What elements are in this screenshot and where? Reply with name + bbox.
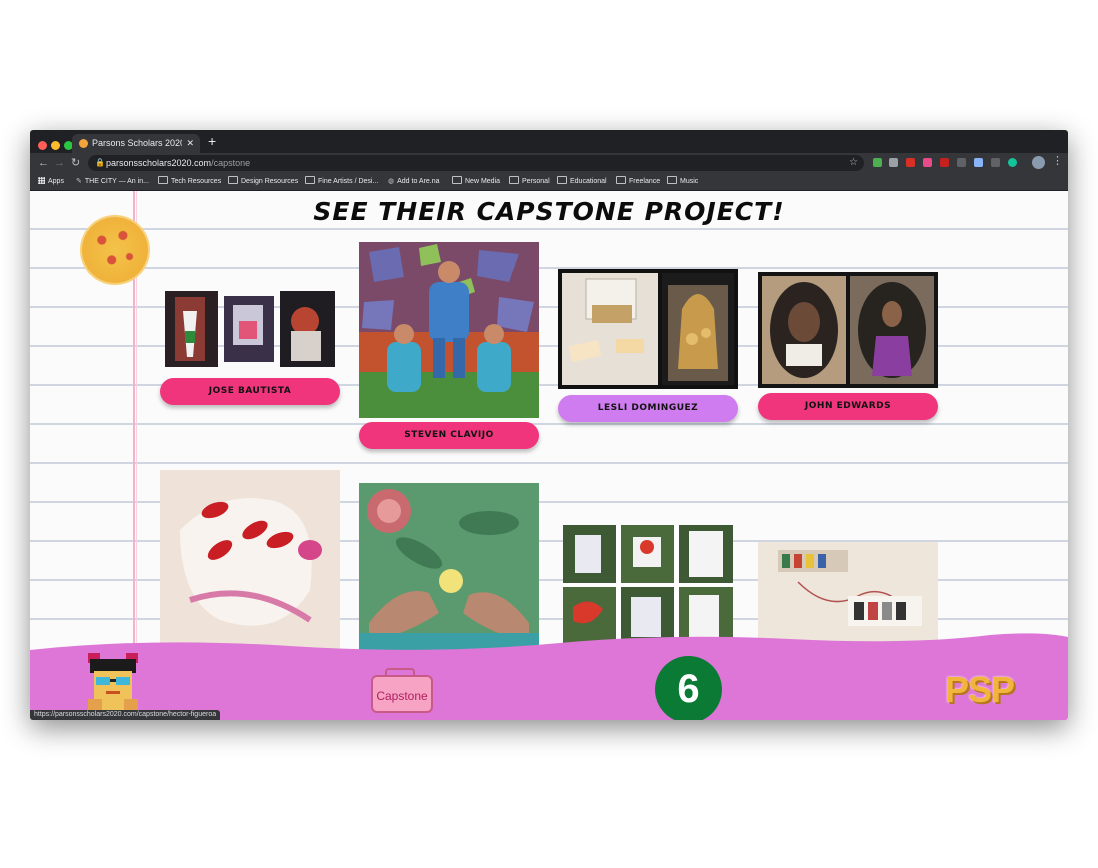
profile-avatar[interactable]	[1032, 156, 1045, 169]
photo	[160, 470, 340, 650]
page-title: SEE THEIR CAPSTONE PROJECT!	[313, 197, 785, 226]
student-name-pill[interactable]: JOHN EDWARDS	[758, 393, 938, 420]
page-content: SEE THEIR CAPSTONE PROJECT! JOSE BAUTIST…	[30, 191, 1068, 720]
extension-icon[interactable]	[873, 158, 882, 167]
bookmark-label: Apps	[48, 178, 64, 185]
counter-badge[interactable]: 6	[655, 656, 722, 720]
tab-bar: Parsons Scholars 2020 | Caps ✕ +	[30, 130, 1068, 153]
bookmark-label: Tech Resources	[171, 178, 222, 185]
bookmark-label: THE CITY — An in...	[84, 178, 149, 185]
photo-collage	[562, 273, 734, 385]
bookmark-fine-artists[interactable]: Fine Artists / Desi...	[305, 173, 378, 190]
student-name-pill[interactable]: JOSE BAUTISTA	[160, 378, 340, 405]
project-image-row2-4[interactable]	[758, 542, 938, 642]
bookmark-music[interactable]: Music	[667, 173, 698, 190]
feather-icon: ✎	[76, 178, 82, 185]
folder-icon	[452, 176, 462, 184]
tab-favicon-icon	[79, 139, 88, 148]
capstone-button[interactable]: Capstone	[371, 675, 433, 713]
url-host: parsonsscholars2020.com	[106, 158, 212, 168]
close-window-button[interactable]	[38, 141, 47, 150]
bookmark-tech-resources[interactable]: Tech Resources	[158, 173, 221, 190]
extension-icon[interactable]	[940, 158, 949, 167]
footer-wave	[30, 633, 1068, 720]
bookmark-label: Educational	[570, 178, 607, 185]
extension-icon[interactable]	[991, 158, 1000, 167]
folder-icon	[557, 176, 567, 184]
bookmark-label: Design Resources	[241, 178, 299, 185]
project-image-jose-bautista[interactable]	[165, 291, 335, 367]
bookmark-educational[interactable]: Educational	[557, 173, 607, 190]
grammarly-icon[interactable]	[1008, 158, 1017, 167]
url-text: parsonsscholars2020.com/capstone	[106, 155, 250, 171]
bookmark-label: Freelance	[629, 178, 661, 185]
bookmark-freelance[interactable]: Freelance	[616, 173, 660, 190]
tab-capstone[interactable]: Parsons Scholars 2020 | Caps ✕	[72, 134, 200, 153]
extension-icon[interactable]	[889, 158, 898, 167]
bookmark-label: Personal	[522, 178, 550, 185]
illustration	[359, 483, 539, 653]
lock-icon: 🔒	[95, 158, 105, 167]
photo	[758, 542, 938, 642]
student-name-pill[interactable]: STEVEN CLAVIJO	[359, 422, 539, 449]
folder-icon	[509, 176, 519, 184]
illustration	[359, 242, 539, 418]
bookmark-personal[interactable]: Personal	[509, 173, 550, 190]
browser-menu-icon[interactable]: ⋮	[1052, 154, 1063, 167]
folder-icon	[158, 176, 168, 184]
project-image-lesli-dominguez[interactable]	[558, 269, 738, 389]
bookmark-new-media[interactable]: New Media	[452, 173, 500, 190]
footer-bar: Capstone 6 PSP	[30, 629, 1068, 720]
folder-icon	[616, 176, 626, 184]
address-bar[interactable]: 🔒 parsonsscholars2020.com/capstone ☆	[88, 155, 864, 171]
folder-icon	[305, 176, 315, 184]
status-bar-url: https://parsonsscholars2020.com/capstone…	[30, 710, 221, 720]
reload-icon[interactable]: ↻	[71, 155, 80, 171]
bookmarks-bar: Apps ✎ THE CITY — An in... Tech Resources…	[30, 173, 1068, 191]
pizza-icon[interactable]	[82, 217, 148, 283]
globe-icon: ◍	[388, 178, 395, 185]
folder-icon	[228, 176, 238, 184]
extension-icon[interactable]	[923, 158, 932, 167]
bookmark-add-to-arena[interactable]: ◍ Add to Are.na	[388, 173, 440, 190]
tab-close-icon[interactable]: ✕	[186, 134, 194, 153]
bookmark-design-resources[interactable]: Design Resources	[228, 173, 298, 190]
bookmark-label: Add to Are.na	[397, 178, 440, 185]
bookmark-label: Fine Artists / Desi...	[318, 178, 379, 185]
project-image-steven-clavijo[interactable]	[359, 242, 539, 418]
photo-grid	[563, 525, 733, 645]
bookmark-label: Music	[680, 178, 699, 185]
extension-icon[interactable]	[906, 158, 915, 167]
browser-window: Parsons Scholars 2020 | Caps ✕ + ← → ↻ 🔒…	[30, 130, 1068, 720]
tab-title: Parsons Scholars 2020 | Caps	[92, 138, 182, 148]
bookmark-apps[interactable]: Apps	[38, 173, 64, 190]
project-image-row2-1[interactable]	[160, 470, 340, 650]
new-tab-button[interactable]: +	[208, 132, 216, 150]
photo-collage	[165, 291, 335, 367]
folder-icon	[667, 176, 677, 184]
back-arrow-icon[interactable]: ←	[38, 155, 49, 171]
minimize-window-button[interactable]	[51, 141, 60, 150]
project-image-john-edwards[interactable]	[758, 272, 938, 388]
bookmark-label: New Media	[465, 178, 501, 185]
apps-grid-icon	[38, 177, 45, 184]
bookmark-the-city[interactable]: ✎ THE CITY — An in...	[76, 173, 149, 190]
forward-arrow-icon[interactable]: →	[54, 155, 65, 171]
extension-icon[interactable]	[957, 158, 966, 167]
browser-toolbar: ← → ↻ 🔒 parsonsscholars2020.com/capstone…	[30, 153, 1068, 173]
photo-collage	[762, 276, 934, 384]
student-name-pill[interactable]: LESLI DOMINGUEZ	[558, 395, 738, 422]
bookmark-star-icon[interactable]: ☆	[849, 155, 858, 171]
url-path: /capstone	[211, 158, 251, 168]
project-image-row2-2[interactable]	[359, 483, 539, 653]
project-image-row2-3[interactable]	[563, 525, 733, 645]
extension-icon[interactable]	[974, 158, 983, 167]
psp-logo[interactable]: PSP	[945, 669, 1015, 711]
